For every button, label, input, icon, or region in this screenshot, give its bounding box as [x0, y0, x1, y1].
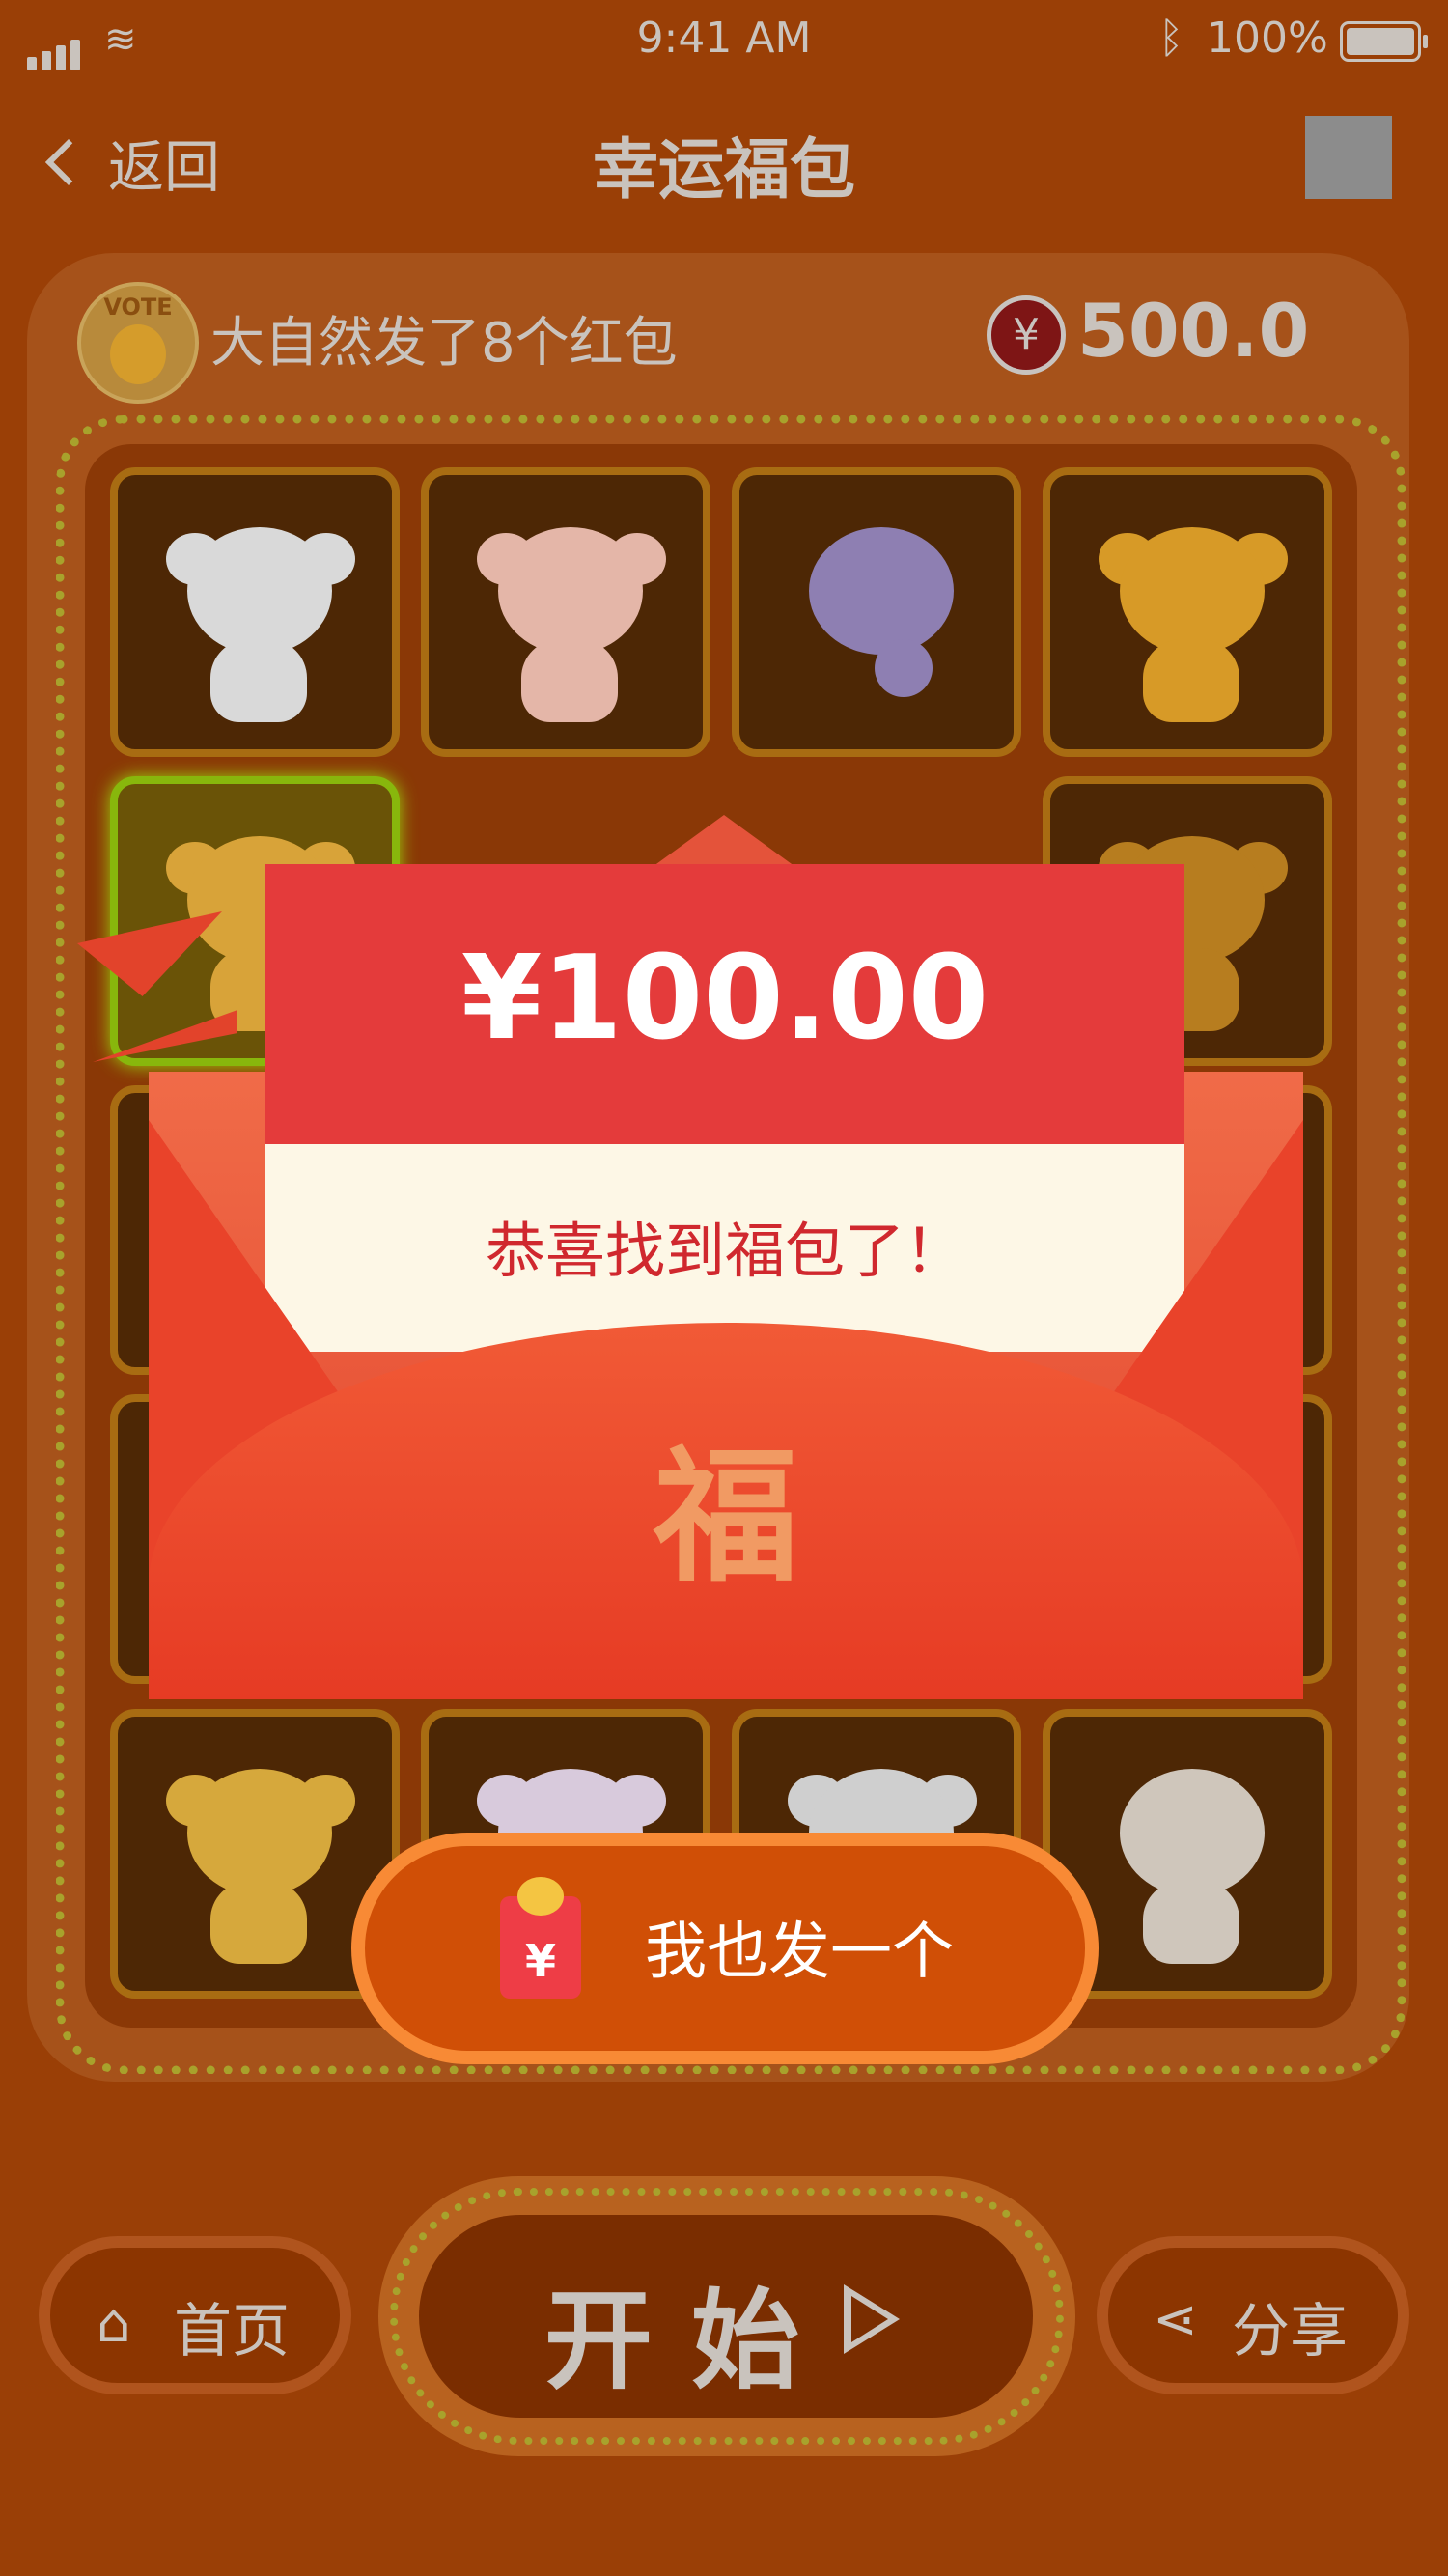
battery-icon [1340, 21, 1428, 62]
battery-percent: 100% [1207, 14, 1328, 63]
avatar[interactable]: VOTE [77, 282, 199, 404]
tile-monkey[interactable] [110, 467, 400, 757]
owl-icon [110, 324, 166, 384]
balance-amount: 500.0 [1077, 288, 1310, 374]
tile-pig[interactable] [421, 467, 710, 757]
tile-snake[interactable] [732, 467, 1021, 757]
share-icon: ⋖ [1153, 2288, 1198, 2351]
fu-seal-icon: 福 [653, 1434, 798, 1602]
page-title: 幸运福包 [592, 132, 855, 209]
status-bar: ≋ 9:41 AM ᛒ 100% [0, 0, 1448, 81]
start-label: 开始 [544, 2279, 838, 2404]
bluetooth-icon: ᛒ [1158, 14, 1184, 63]
play-icon [844, 2284, 900, 2354]
prize-message: 恭喜找到福包了！ [485, 1216, 964, 1286]
yuan-coin-icon: ¥ [987, 295, 1066, 375]
send-red-packet-button[interactable]: ¥ 我也发一个 [351, 1833, 1099, 2064]
home-label: 首页 [174, 2298, 290, 2366]
red-packet-icon: ¥ [500, 1877, 581, 1999]
prize-amount: ¥100.00 [460, 932, 989, 1066]
share-button[interactable]: ⋖ 分享 [1097, 2236, 1409, 2394]
home-icon: ⌂ [97, 2292, 131, 2355]
start-button[interactable]: 开始 [419, 2215, 1033, 2418]
home-button[interactable]: ⌂ 首页 [39, 2236, 351, 2394]
tile-horse[interactable] [1043, 467, 1332, 757]
share-label: 分享 [1232, 2298, 1348, 2366]
menu-square-icon[interactable] [1305, 116, 1392, 199]
envelope-card: ¥100.00 恭喜找到福包了！ [265, 864, 1184, 1352]
avatar-badge: VOTE [103, 294, 173, 321]
sender-text: 大自然发了8个红包 [210, 312, 678, 375]
send-button-label: 我也发一个 [645, 1917, 954, 1988]
